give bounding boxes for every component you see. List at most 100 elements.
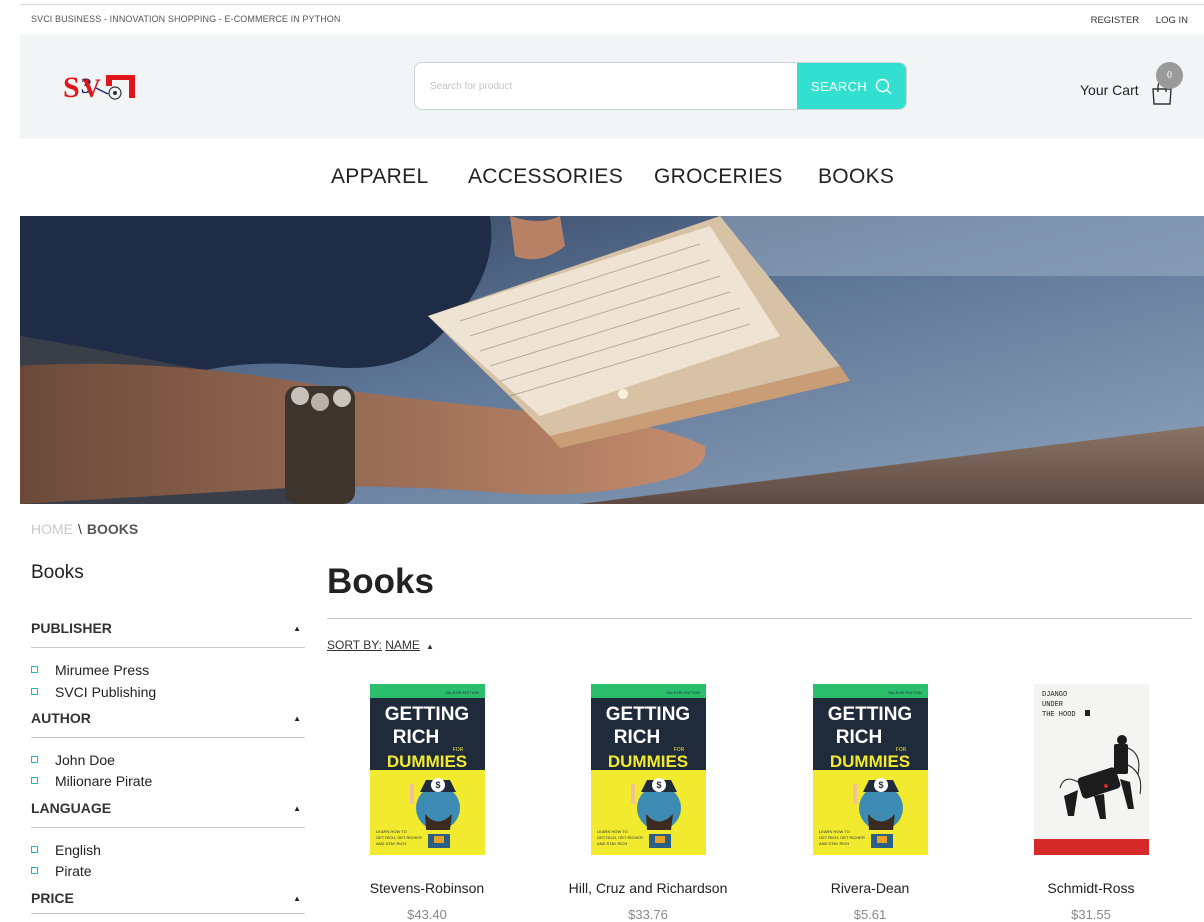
filter-option-label: Pirate [55, 863, 92, 879]
cart[interactable]: Your Cart 0 [1080, 61, 1200, 111]
filter-option-label: Mirumee Press [55, 662, 150, 678]
filter-heading-label: LANGUAGE [31, 800, 112, 816]
filter-heading-label: PUBLISHER [31, 620, 112, 636]
svci-logo-icon: S 3 V [63, 71, 135, 104]
breadcrumb: HOME \ BOOKS [31, 521, 138, 537]
product-name[interactable]: Hill, Cruz and Richardson [538, 880, 758, 896]
filter-option-label: John Doe [55, 752, 115, 768]
nav-item-accessories[interactable]: ACCESSORIES [468, 165, 623, 189]
filter-option-mirumee-press[interactable]: Mirumee Press [31, 662, 149, 678]
cover-line1: GETTING [828, 704, 912, 725]
sidebar-title: Books [31, 562, 84, 583]
filter-option-label: SVCI Publishing [55, 684, 157, 700]
collapse-arrow-icon: ▲ [293, 714, 301, 723]
cover-blurb2: GET RICH, GET RICHER [597, 835, 643, 840]
product-name[interactable]: Rivera-Dean [760, 880, 980, 896]
cover-dummies: DUMMIES [387, 752, 467, 771]
product-card[interactable]: SALEOR EDITION GETTING RICH FOR DUMMIES … [760, 684, 980, 922]
sort-direction-icon: ▲ [425, 642, 434, 651]
breadcrumb-separator: \ [78, 521, 82, 537]
svg-text:S: S [63, 71, 80, 104]
breadcrumb-home[interactable]: HOME [31, 521, 73, 537]
svg-text:$: $ [435, 780, 440, 790]
filter-option-svci-publishing[interactable]: SVCI Publishing [31, 684, 156, 700]
cover-blurb1: LEARN HOW TO [376, 829, 407, 834]
cover-line1: GETTING [385, 704, 469, 725]
book-cover-image: SALEOR EDITION GETTING RICH FOR DUMMIES … [813, 684, 928, 855]
login-link[interactable]: LOG IN [1156, 15, 1188, 26]
cover-edition: SALEOR EDITION [445, 690, 479, 695]
cart-label: Your Cart [1080, 82, 1139, 98]
top-bar: SVCI BUSINESS - INNOVATION SHOPPING - E-… [20, 4, 1204, 35]
product-card[interactable]: DJANGO UNDER THE HOOD Schmidt-Ross $31.5… [981, 684, 1201, 922]
cover-line1: GETTING [606, 704, 690, 725]
book-cover-image: SALEOR EDITION GETTING RICH FOR DUMMIES … [591, 684, 706, 855]
search-button[interactable]: SEARCH [797, 63, 906, 109]
title-divider [327, 618, 1192, 619]
filter-heading-label: AUTHOR [31, 710, 91, 726]
cover-blurb1: LEARN HOW TO [597, 829, 628, 834]
search-input[interactable] [415, 63, 798, 109]
nav-item-groceries[interactable]: GROCERIES [654, 165, 783, 189]
cover-blurb1: LEARN HOW TO [819, 829, 850, 834]
collapse-arrow-icon: ▲ [293, 804, 301, 813]
book-cover-image: DJANGO UNDER THE HOOD [1034, 684, 1149, 855]
product-card[interactable]: SALEOR EDITION GETTING RICH FOR DUMMIES … [538, 684, 758, 922]
filter-option-john-doe[interactable]: John Doe [31, 752, 115, 768]
checkbox-icon [31, 777, 38, 784]
book-cover-image: SALEOR EDITION GETTING RICH FOR DUMMIES … [370, 684, 485, 855]
checkbox-icon [31, 756, 38, 763]
filter-heading-language[interactable]: LANGUAGE ▲ [31, 800, 305, 828]
filter-heading-price[interactable]: PRICE ▲ [31, 890, 305, 914]
cart-count-badge: 0 [1156, 62, 1183, 89]
product-name[interactable]: Schmidt-Ross [981, 880, 1201, 896]
site-tagline: SVCI BUSINESS - INNOVATION SHOPPING - E-… [31, 14, 341, 24]
nav-item-books[interactable]: BOOKS [818, 165, 894, 189]
search-bar: SEARCH [414, 62, 907, 110]
filter-heading-author[interactable]: AUTHOR ▲ [31, 710, 305, 738]
page-title: Books [327, 562, 434, 601]
register-link[interactable]: REGISTER [1091, 15, 1140, 26]
cover-dummies: DUMMIES [608, 752, 688, 771]
cover-line2: RICH [393, 727, 439, 748]
cover-django2: UNDER [1042, 701, 1064, 709]
filter-option-english[interactable]: English [31, 842, 101, 858]
filter-option-label: English [55, 842, 101, 858]
cover-line2: RICH [614, 727, 660, 748]
cover-blurb3: AND STAY RICH [597, 841, 627, 846]
svg-text:$: $ [878, 780, 883, 790]
cover-blurb3: AND STAY RICH [819, 841, 849, 846]
nav-item-apparel[interactable]: APPAREL [331, 165, 428, 189]
checkbox-icon [31, 867, 38, 874]
cover-django3: THE HOOD [1042, 711, 1076, 719]
product-name[interactable]: Stevens-Robinson [317, 880, 537, 896]
filter-option-label: Milionare Pirate [55, 773, 153, 789]
breadcrumb-current: BOOKS [86, 521, 139, 537]
cover-django1: DJANGO [1042, 691, 1067, 699]
cover-blurb3: AND STAY RICH [376, 841, 406, 846]
filter-option-milionare-pirate[interactable]: Milionare Pirate [31, 773, 152, 789]
site-logo[interactable]: S 3 V [62, 66, 138, 106]
cover-line2: RICH [836, 727, 882, 748]
cover-dummies: DUMMIES [830, 752, 910, 771]
collapse-arrow-icon: ▲ [293, 624, 301, 633]
svg-text:$: $ [656, 780, 661, 790]
sort-label: SORT BY: [327, 638, 382, 652]
checkbox-icon [31, 846, 38, 853]
sort-value: NAME [385, 638, 420, 652]
header: S 3 V SEARCH Your Cart 0 [20, 35, 1204, 139]
main-navigation: APPAREL ACCESSORIES GROCERIES BOOKS [20, 139, 1204, 216]
sort-control[interactable]: SORT BY: NAME ▲ [327, 638, 434, 652]
product-card[interactable]: SALEOR EDITION GETTING RICH FOR DUMMIES … [317, 684, 537, 922]
hero-reading-book-image [20, 216, 1204, 504]
hero-banner [20, 216, 1204, 504]
cover-blurb2: GET RICH, GET RICHER [376, 835, 422, 840]
account-links: REGISTER LOG IN [1077, 15, 1188, 26]
filter-heading-publisher[interactable]: PUBLISHER ▲ [31, 620, 305, 648]
filter-option-pirate[interactable]: Pirate [31, 863, 92, 879]
collapse-arrow-icon: ▲ [293, 894, 301, 903]
cover-blurb2: GET RICH, GET RICHER [819, 835, 865, 840]
search-icon [875, 78, 892, 94]
filter-heading-label: PRICE [31, 890, 74, 906]
search-button-label: SEARCH [811, 78, 867, 94]
